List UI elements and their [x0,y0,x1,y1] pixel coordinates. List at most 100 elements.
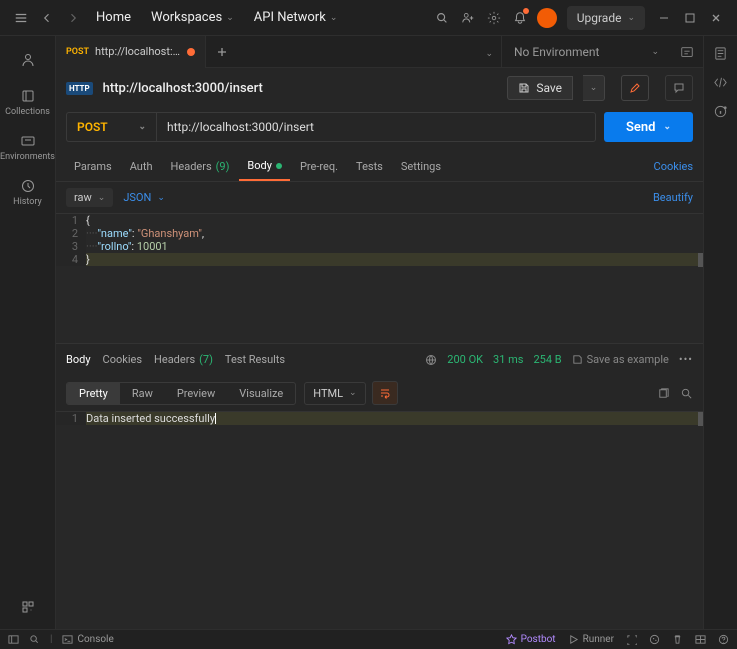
body-lang-select[interactable]: JSON⌄ [123,191,165,204]
request-body-editor[interactable]: 1{ 2····"name": "Ghanshyam", 3····"rolln… [56,213,703,343]
request-tabs: Params Auth Headers (9) Body Pre-req. Te… [56,152,703,182]
resp-tab-tests[interactable]: Test Results [225,353,285,366]
view-pretty[interactable]: Pretty [67,383,120,404]
layout-icon[interactable] [695,634,706,645]
tab-settings[interactable]: Settings [393,152,449,181]
request-tab[interactable]: POST http://localhost:3000/ [56,36,206,68]
sidebar-item-environments[interactable]: Environments [0,127,55,168]
minimize-icon[interactable] [651,5,677,31]
menu-icon[interactable] [8,5,34,31]
close-icon[interactable] [703,5,729,31]
maximize-icon[interactable] [677,5,703,31]
method-label: POST [77,120,108,134]
save-label: Save [536,81,562,95]
resp-tab-body[interactable]: Body [66,353,91,366]
search-response-icon[interactable] [680,387,693,400]
code-icon[interactable] [713,75,728,90]
resp-tab-headers[interactable]: Headers(7) [154,353,213,366]
content: POST http://localhost:3000/ ⌄ No Environ… [56,36,703,629]
response-text: Data inserted successfully [86,412,215,425]
environment-selector[interactable]: No Environment ⌄ [501,36,671,67]
tab-title: http://localhost:3000/ [95,45,181,58]
url-row: POST ⌄ Send ⌄ [56,108,703,152]
upgrade-button[interactable]: Upgrade⌄ [567,6,645,30]
view-visualize[interactable]: Visualize [227,383,295,404]
copy-icon[interactable] [657,387,670,400]
nav-workspaces[interactable]: Workspaces⌄ [141,10,244,25]
sidebar-more-icon[interactable] [0,593,55,629]
response-controls: Pretty Raw Preview Visualize HTML⌄ [56,375,703,411]
edit-icon[interactable] [621,75,649,101]
response-time: 31 ms [493,353,523,366]
sidebar-toggle-icon[interactable] [8,634,19,645]
statusbar: | Console Postbot Runner [0,629,737,649]
save-dropdown[interactable]: ⌄ [583,75,605,101]
console-button[interactable]: Console [62,634,113,645]
url-input[interactable] [156,112,596,142]
view-preview[interactable]: Preview [165,383,227,404]
trash-icon[interactable] [672,634,683,645]
send-label: Send [626,120,656,135]
status-code: 200 OK [447,353,483,366]
new-tab-button[interactable] [206,46,238,58]
notifications-icon[interactable] [507,5,533,31]
invite-icon[interactable] [455,5,481,31]
capture-icon[interactable] [626,634,637,645]
postbot-button[interactable]: Postbot [506,634,556,645]
info-icon[interactable] [713,104,728,119]
forward-icon[interactable] [60,5,86,31]
tabs-dropdown-icon[interactable]: ⌄ [477,45,501,59]
http-badge: HTTP [66,82,93,95]
docs-icon[interactable] [713,46,728,61]
sidebar-user-icon[interactable] [0,42,55,78]
runner-button[interactable]: Runner [568,634,614,645]
save-button[interactable]: Save [507,76,573,100]
tab-body[interactable]: Body [239,152,290,181]
response-header: Body Cookies Headers(7) Test Results 200… [56,343,703,375]
breadcrumb-url: http://localhost:3000/insert [103,81,263,96]
view-raw[interactable]: Raw [120,383,165,404]
avatar[interactable] [537,8,557,28]
comment-icon[interactable] [665,75,693,101]
search-icon[interactable] [429,5,455,31]
save-example-button[interactable]: Save as example [572,353,669,366]
send-button[interactable]: Send ⌄ [604,112,693,142]
env-quicklook-icon[interactable] [671,45,703,59]
tabs-row: POST http://localhost:3000/ ⌄ No Environ… [56,36,703,68]
globe-icon [425,354,437,366]
tab-auth[interactable]: Auth [122,152,161,181]
sidebar: Collections Environments History [0,36,56,629]
nav-api-network[interactable]: API Network⌄ [244,10,348,25]
help-icon[interactable] [718,634,729,645]
environment-label: No Environment [514,45,599,59]
nav-home[interactable]: Home [86,10,141,25]
cookies-link[interactable]: Cookies [654,160,693,173]
tab-tests[interactable]: Tests [348,152,391,181]
sidebar-item-history[interactable]: History [0,172,55,213]
method-selector[interactable]: POST ⌄ [66,112,156,142]
wrap-lines-icon[interactable] [372,381,398,405]
breadcrumb-row: HTTP http://localhost:3000/insert Save ⌄ [56,68,703,108]
resp-tab-cookies[interactable]: Cookies [103,353,142,366]
tab-params[interactable]: Params [66,152,120,181]
response-size: 254 B [533,353,561,366]
beautify-button[interactable]: Beautify [653,191,693,204]
response-body[interactable]: 1 Data inserted successfully [56,411,703,629]
back-icon[interactable] [34,5,60,31]
body-controls: raw⌄ JSON⌄ Beautify [56,182,703,213]
body-mode-select[interactable]: raw⌄ [66,188,113,207]
sidebar-label: Collections [5,107,50,117]
more-icon[interactable]: ••• [679,353,693,366]
cookies-footer-icon[interactable] [649,634,660,645]
format-selector[interactable]: HTML⌄ [304,382,365,405]
body-active-dot-icon [276,163,282,169]
view-mode-segment: Pretty Raw Preview Visualize [66,382,296,405]
save-icon [518,82,530,94]
unsaved-dot-icon [187,48,195,56]
settings-icon[interactable] [481,5,507,31]
tab-prereq[interactable]: Pre-req. [292,152,346,181]
tab-method: POST [66,47,89,57]
tab-headers[interactable]: Headers (9) [163,152,238,181]
find-icon[interactable] [29,634,40,645]
sidebar-item-collections[interactable]: Collections [0,82,55,123]
